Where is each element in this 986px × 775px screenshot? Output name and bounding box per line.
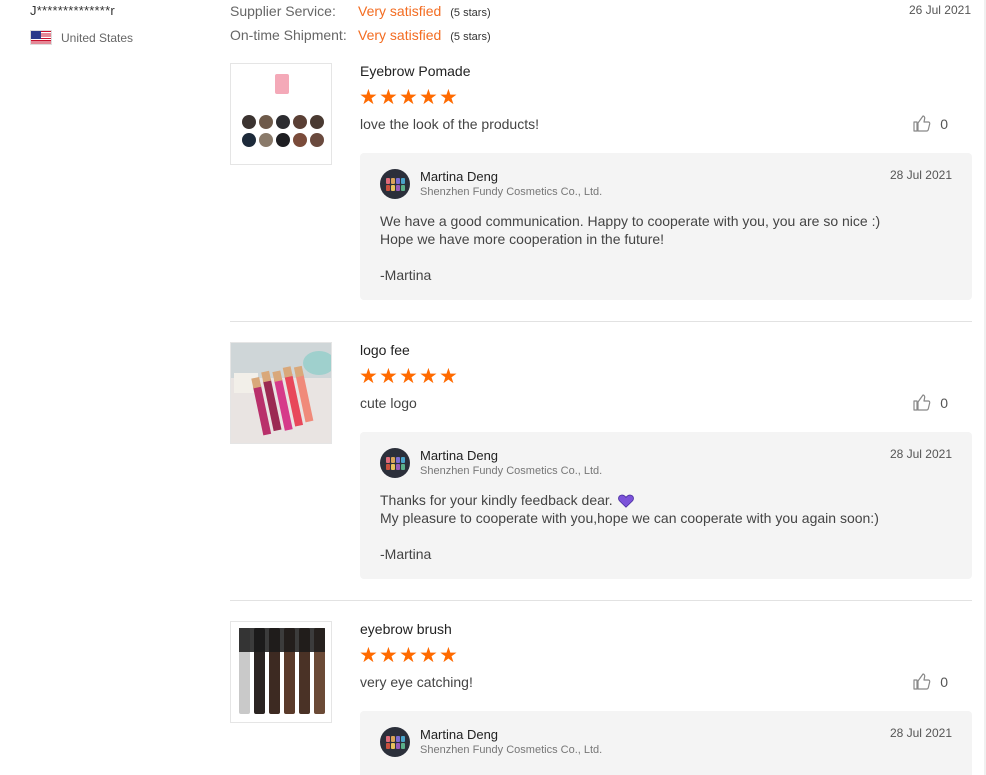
like-count: 0 (940, 394, 948, 411)
reply-text: Thanks for your kindly feedback dear. My… (380, 491, 950, 563)
like-button[interactable]: 0 (913, 115, 948, 132)
divider (230, 600, 972, 601)
product-thumbnail[interactable] (230, 63, 332, 165)
rating-label: On-time Shipment: (230, 27, 347, 43)
reviewer-name: J**************r (30, 3, 115, 18)
heart-emoji-icon (617, 494, 634, 508)
avatar (380, 448, 410, 478)
rating-value: Very satisfied (358, 27, 442, 43)
reply-signature: -Martina (380, 546, 432, 562)
rating-stars-text: (5 stars) (450, 7, 491, 19)
star-icon: ★ (399, 365, 418, 388)
review-comment: cute logo (360, 395, 417, 411)
star-icon: ★ (419, 365, 438, 388)
product-thumbnail[interactable] (230, 621, 332, 723)
seller-company: Shenzhen Fundy Cosmetics Co., Ltd. (420, 465, 603, 477)
reply-line: We have a good communication. Happy to c… (380, 213, 881, 229)
seller-company: Shenzhen Fundy Cosmetics Co., Ltd. (420, 744, 603, 756)
product-name[interactable]: Eyebrow Pomade (360, 63, 471, 79)
thumbs-up-icon (913, 394, 931, 411)
reply-text: We have a good communication. Happy to c… (380, 212, 950, 284)
star-rating: ★ ★ ★ ★ ★ (359, 366, 459, 387)
like-button[interactable]: 0 (913, 394, 948, 411)
reply-line: Thanks for your kindly feedback dear. (380, 492, 613, 508)
avatar (380, 727, 410, 757)
star-icon: ★ (359, 86, 378, 109)
thumbs-up-icon (913, 115, 931, 132)
star-icon: ★ (399, 86, 418, 109)
reply-line: My pleasure to cooperate with you,hope w… (380, 510, 879, 526)
like-count: 0 (940, 115, 948, 132)
reply-signature: -Martina (380, 267, 432, 283)
reply-date: 28 Jul 2021 (889, 726, 952, 740)
reply-line-with-heart: Thanks for your kindly feedback dear. (380, 491, 950, 509)
reply-line: Hope we have more cooperation in the fut… (380, 231, 665, 247)
star-icon: ★ (359, 365, 378, 388)
rating-label: Supplier Service: (230, 3, 336, 19)
star-icon: ★ (399, 644, 418, 667)
star-rating: ★ ★ ★ ★ ★ (359, 87, 459, 108)
product-name[interactable]: eyebrow brush (360, 621, 452, 637)
ratings-summary: Supplier Service: Very satisfied (5 star… (230, 3, 491, 51)
rating-value: Very satisfied (358, 3, 442, 19)
seller-name: Martina Deng (420, 727, 499, 742)
like-button[interactable]: 0 (913, 673, 948, 690)
product-name[interactable]: logo fee (360, 342, 410, 358)
seller-reply: Martina Deng Shenzhen Fundy Cosmetics Co… (360, 432, 972, 579)
star-icon: ★ (419, 644, 438, 667)
review-item: Eyebrow Pomade ★ ★ ★ ★ ★ love the look o… (230, 63, 972, 303)
star-icon: ★ (439, 365, 458, 388)
seller-company: Shenzhen Fundy Cosmetics Co., Ltd. (420, 186, 603, 198)
star-icon: ★ (439, 86, 458, 109)
us-flag-icon (30, 30, 52, 45)
reviewer-info: J**************r United States (30, 3, 220, 45)
like-count: 0 (940, 673, 948, 690)
review-date: 26 Jul 2021 (908, 3, 971, 17)
thumbs-up-icon (913, 673, 931, 690)
seller-reply: Martina Deng Shenzhen Fundy Cosmetics Co… (360, 711, 972, 775)
star-rating: ★ ★ ★ ★ ★ (359, 645, 459, 666)
rating-row-on-time-shipment: On-time Shipment: Very satisfied (5 star… (230, 27, 491, 51)
seller-reply: Martina Deng Shenzhen Fundy Cosmetics Co… (360, 153, 972, 300)
seller-name: Martina Deng (420, 169, 499, 184)
star-icon: ★ (379, 86, 398, 109)
star-icon: ★ (379, 644, 398, 667)
star-icon: ★ (439, 644, 458, 667)
star-icon: ★ (419, 86, 438, 109)
reply-date: 28 Jul 2021 (889, 168, 952, 182)
divider (230, 321, 972, 322)
reviewer-country: United States (30, 30, 220, 45)
product-thumbnail[interactable] (230, 342, 332, 444)
star-icon: ★ (379, 365, 398, 388)
review-comment: love the look of the products! (360, 116, 539, 132)
reply-date: 28 Jul 2021 (889, 447, 952, 461)
avatar (380, 169, 410, 199)
rating-row-supplier-service: Supplier Service: Very satisfied (5 star… (230, 3, 491, 27)
country-label: United States (61, 30, 134, 45)
star-icon: ★ (359, 644, 378, 667)
review-item: logo fee ★ ★ ★ ★ ★ cute logo 0 Martina D… (230, 342, 972, 582)
seller-name: Martina Deng (420, 448, 499, 463)
review-comment: very eye catching! (360, 674, 473, 690)
rating-stars-text: (5 stars) (450, 31, 491, 43)
review-item: eyebrow brush ★ ★ ★ ★ ★ very eye catchin… (230, 621, 972, 775)
